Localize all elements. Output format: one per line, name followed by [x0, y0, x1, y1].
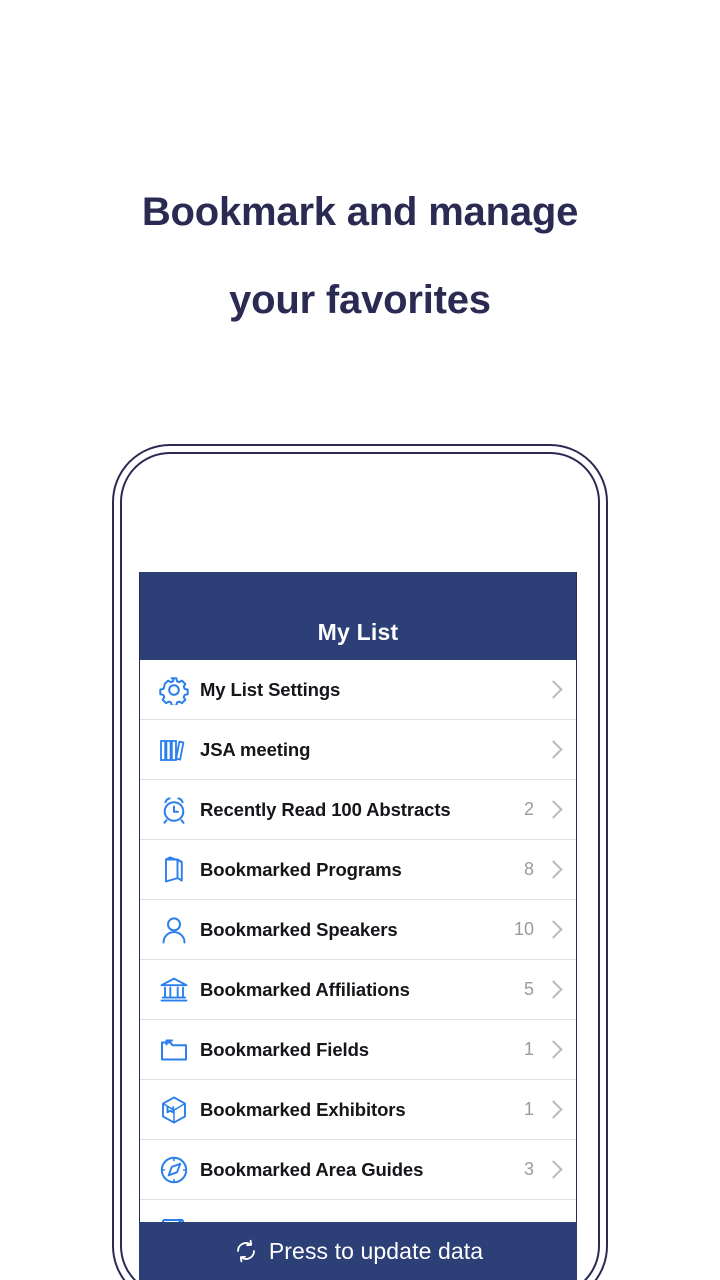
update-data-button[interactable]: Press to update data — [139, 1222, 577, 1280]
chevron-right-icon — [546, 797, 562, 823]
app-screen: My List My List Settings JSA meeting Rec… — [139, 572, 577, 1280]
list-item-label: Bookmarked Programs — [200, 858, 402, 880]
list-item-label: Bookmarked Area Guides — [200, 1158, 424, 1180]
list-item-label: Bookmarked Affiliations — [200, 978, 410, 1000]
gear-icon — [154, 673, 194, 707]
list-item[interactable]: Bookmarked Area Guides 3 — [140, 1140, 576, 1200]
list-item-label: Bookmarked Exhibitors — [200, 1098, 406, 1120]
app-header: My List — [140, 572, 576, 660]
list-item[interactable]: Bookmarked Speakers 10 — [140, 900, 576, 960]
chevron-right-icon — [546, 917, 562, 943]
bank-icon — [154, 973, 194, 1007]
list-item-count: 3 — [523, 1159, 534, 1179]
chevron-right-icon — [546, 1157, 562, 1183]
list-item-label: JSA meeting — [200, 738, 311, 760]
my-list[interactable]: My List Settings JSA meeting Recently Re… — [140, 660, 576, 1280]
list-item-count: 5 — [523, 979, 534, 999]
promo-screen: Bookmark and manage your favorites My Li… — [0, 0, 720, 1280]
list-item-label: Recently Read 100 Abstracts — [200, 798, 451, 820]
person-icon — [154, 913, 194, 947]
chevron-right-icon — [546, 977, 562, 1003]
list-item[interactable]: Bookmarked Fields 1 — [140, 1020, 576, 1080]
list-item[interactable]: Recently Read 100 Abstracts 2 — [140, 780, 576, 840]
compass-icon — [154, 1153, 194, 1187]
book-icon — [154, 853, 194, 887]
refresh-icon — [233, 1238, 259, 1264]
list-item[interactable]: Bookmarked Exhibitors 1 — [140, 1080, 576, 1140]
chevron-right-icon — [546, 737, 562, 763]
alarm-clock-icon — [154, 793, 194, 827]
folder-icon — [154, 1033, 194, 1067]
list-item[interactable]: My List Settings — [140, 660, 576, 720]
chevron-right-icon — [546, 1037, 562, 1063]
cube-icon — [154, 1093, 194, 1127]
update-data-label: Press to update data — [268, 1237, 484, 1264]
list-item-label: Bookmarked Fields — [200, 1038, 369, 1060]
list-item-count: 8 — [523, 859, 534, 879]
app-header-title: My List — [317, 619, 399, 645]
chevron-right-icon — [546, 677, 562, 703]
page-title-line-2: your favorites — [229, 278, 491, 322]
list-item-count: 10 — [513, 919, 534, 939]
list-item-count: 1 — [523, 1039, 534, 1059]
list-item[interactable]: JSA meeting — [140, 720, 576, 780]
page-title-line-1: Bookmark and manage — [141, 190, 579, 234]
list-item[interactable]: Bookmarked Programs 8 — [140, 840, 576, 900]
chevron-right-icon — [546, 1097, 562, 1123]
list-item-count: 2 — [523, 799, 534, 819]
books-icon — [154, 733, 194, 767]
list-item-label: Bookmarked Speakers — [200, 918, 398, 940]
list-item[interactable]: Bookmarked Affiliations 5 — [140, 960, 576, 1020]
page-title: Bookmark and manage your favorites — [0, 168, 720, 344]
chevron-right-icon — [546, 857, 562, 883]
list-item-label: My List Settings — [200, 678, 341, 700]
list-item-count: 1 — [523, 1099, 534, 1119]
